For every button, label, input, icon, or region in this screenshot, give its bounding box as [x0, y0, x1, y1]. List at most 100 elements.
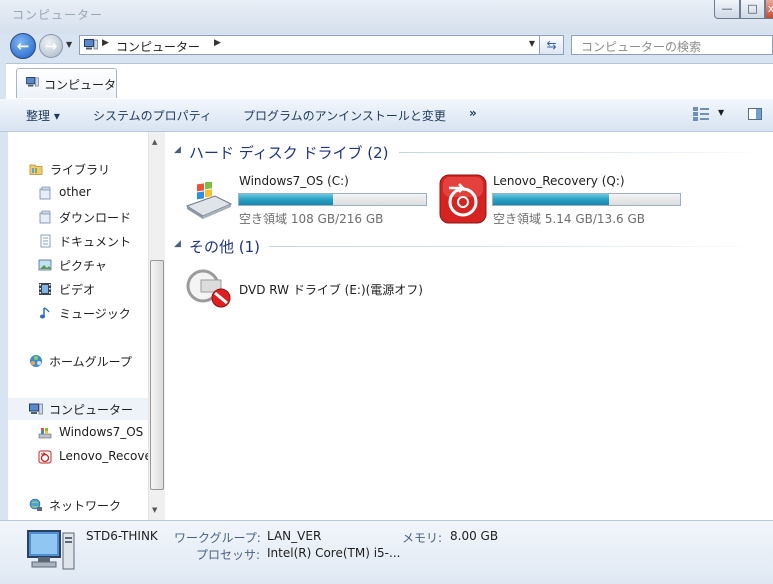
recent-pages-dropdown[interactable]: ▼ [66, 40, 72, 49]
network-icon [29, 498, 42, 511]
computer-icon [29, 403, 43, 415]
sidebar-item-pictures[interactable]: ピクチャ [8, 254, 150, 276]
homegroup-icon [30, 355, 42, 367]
sidebar-item-label: other [59, 185, 91, 199]
sidebar-item-computer[interactable]: コンピューター [8, 398, 150, 420]
more-commands-button[interactable]: » [469, 106, 477, 120]
dvd-drive-disabled-icon [186, 269, 231, 308]
back-button[interactable]: ← [10, 33, 36, 59]
drive-free-space: 空き領域 108 GB/216 GB [239, 212, 384, 226]
maximize-button[interactable]: □ [740, 0, 765, 19]
sidebar-item-network[interactable]: ネットワーク [8, 494, 150, 516]
sidebar-item-label: Lenovo_Recovery (Q:) [59, 449, 150, 463]
drive-name: Windows7_OS (C:) [239, 174, 349, 188]
refresh-button[interactable]: ⇆ [540, 35, 564, 55]
group-header-hdd[interactable]: ハード ディスク ドライブ (2) [189, 142, 389, 163]
view-options-icon[interactable] [692, 106, 710, 122]
scrollbar-thumb[interactable] [150, 260, 164, 490]
sidebar-item-drive-q[interactable]: Lenovo_Recovery (Q:) [8, 446, 150, 468]
workgroup-label: ワークグループ: [174, 531, 261, 545]
drive-usage-bar [238, 193, 427, 206]
chevron-right-icon[interactable]: ▶ [102, 38, 109, 48]
sidebar-item-label: ピクチャ [59, 259, 107, 273]
arrow-right-icon: → [44, 37, 58, 55]
collapse-arrow-icon[interactable]: ◢ [174, 239, 181, 249]
details-pane: STD6-THINK ワークグループ: LAN_VER メモリ: 8.00 GB… [0, 520, 773, 584]
uninstall-programs-button[interactable]: プログラムのアンインストールと変更 [243, 107, 446, 124]
group-divider [399, 152, 767, 153]
sidebar-item-label: ダウンロード [59, 211, 132, 225]
tab-strip: コンピューター [6, 63, 773, 109]
documents-icon [40, 234, 51, 248]
breadcrumb-computer[interactable]: コンピューター [116, 38, 200, 55]
sidebar-item-videos[interactable]: ビデオ [8, 278, 150, 300]
optical-drive-name: DVD RW ドライブ (E:)(電源オフ) [239, 283, 423, 297]
memory-label: メモリ: [402, 531, 443, 545]
group-header-other[interactable]: その他 (1) [189, 236, 260, 257]
music-note-icon [40, 307, 50, 319]
minimize-button[interactable]: — [714, 0, 740, 19]
computer-icon [84, 39, 98, 50]
library-icon [39, 186, 51, 200]
sidebar-item-label: コンピューター [49, 403, 134, 417]
sidebar-item-label: ドキュメント [59, 235, 132, 249]
sidebar-item-label: ビデオ [59, 283, 96, 297]
videos-icon [39, 283, 51, 295]
tab-computer[interactable]: コンピューター [16, 68, 117, 109]
sidebar-item-downloads[interactable]: ダウンロード [8, 206, 150, 228]
chevron-down-icon[interactable]: ▼ [718, 108, 724, 117]
arrow-left-icon: ← [16, 37, 30, 55]
drive-usage-bar [492, 193, 681, 206]
sidebar-item-other[interactable]: other [8, 182, 150, 204]
drive-name: Lenovo_Recovery (Q:) [493, 174, 625, 188]
navigation-pane: ライブラリ other ダウンロード ドキュメント ピクチャ ビデオ ミュージッ… [8, 132, 165, 520]
recovery-drive-icon [38, 450, 52, 464]
drive-free-space: 空き領域 5.14 GB/13.6 GB [493, 212, 645, 226]
address-bar[interactable]: ▶ コンピューター ▶ ▼ [79, 35, 540, 55]
memory-value: 8.00 GB [450, 529, 499, 543]
hard-drive-windows-icon [185, 182, 233, 219]
processor-label: プロセッサ: [196, 548, 261, 562]
system-properties-button[interactable]: システムのプロパティ [93, 107, 212, 124]
sidebar-item-label: ホームグループ [49, 355, 132, 369]
drive-tile-q[interactable]: Lenovo_Recovery (Q:) 空き領域 5.14 GB/13.6 G… [439, 174, 684, 226]
drive-usage-fill [493, 194, 609, 205]
chevron-right-icon[interactable]: ▶ [214, 38, 221, 48]
drive-usage-fill [239, 194, 333, 205]
computer-name: STD6-THINK [86, 529, 158, 543]
sidebar-item-label: ライブラリ [50, 163, 111, 177]
content-pane: ◢ ハード ディスク ドライブ (2) Windows7_OS (C:) 空き領… [165, 132, 773, 520]
collapse-arrow-icon[interactable]: ◢ [174, 145, 181, 155]
group-divider [269, 246, 767, 247]
preview-pane-icon[interactable] [748, 108, 762, 120]
workgroup-value: LAN_VER [267, 529, 322, 543]
chevron-down-icon[interactable]: ▼ [529, 39, 535, 48]
title-bar: コンピューター — □ x [0, 0, 773, 34]
windows-drive-icon [38, 428, 52, 439]
scroll-up-icon[interactable]: ▲ [152, 138, 157, 146]
sidebar-item-music[interactable]: ミュージック [8, 302, 150, 324]
refresh-icon: ⇆ [546, 38, 557, 52]
sidebar-item-libraries[interactable]: ライブラリ [8, 158, 150, 180]
sidebar-item-homegroup[interactable]: ホームグループ [8, 350, 150, 372]
recovery-drive-icon [439, 174, 487, 224]
search-input[interactable]: コンピューターの検索 [571, 35, 773, 55]
optical-drive-tile[interactable]: DVD RW ドライブ (E:)(電源オフ) [185, 268, 445, 310]
close-button[interactable]: x [765, 0, 773, 19]
organize-menu[interactable]: 整理 ▾ [26, 107, 60, 124]
library-icon [39, 210, 51, 224]
computer-icon [27, 530, 75, 570]
sidebar-item-label: Windows7_OS (C:) [59, 425, 150, 439]
window-title: コンピューター [12, 8, 104, 22]
processor-value: Intel(R) Core(TM) i5-... [267, 546, 401, 560]
computer-icon [26, 77, 39, 87]
scroll-down-icon[interactable]: ▼ [152, 506, 157, 514]
navigation-scrollbar[interactable]: ▲ ▼ [148, 132, 165, 520]
sidebar-item-drive-c[interactable]: Windows7_OS (C:) [8, 422, 150, 444]
forward-button[interactable]: → [39, 34, 63, 58]
drive-tile-c[interactable]: Windows7_OS (C:) 空き領域 108 GB/216 GB [185, 174, 430, 226]
sidebar-item-label: ネットワーク [49, 499, 122, 513]
sidebar-item-documents[interactable]: ドキュメント [8, 230, 150, 252]
pictures-icon [38, 259, 52, 271]
command-bar: 整理 ▾ システムのプロパティ プログラムのアンインストールと変更 » ▼ [0, 99, 773, 132]
